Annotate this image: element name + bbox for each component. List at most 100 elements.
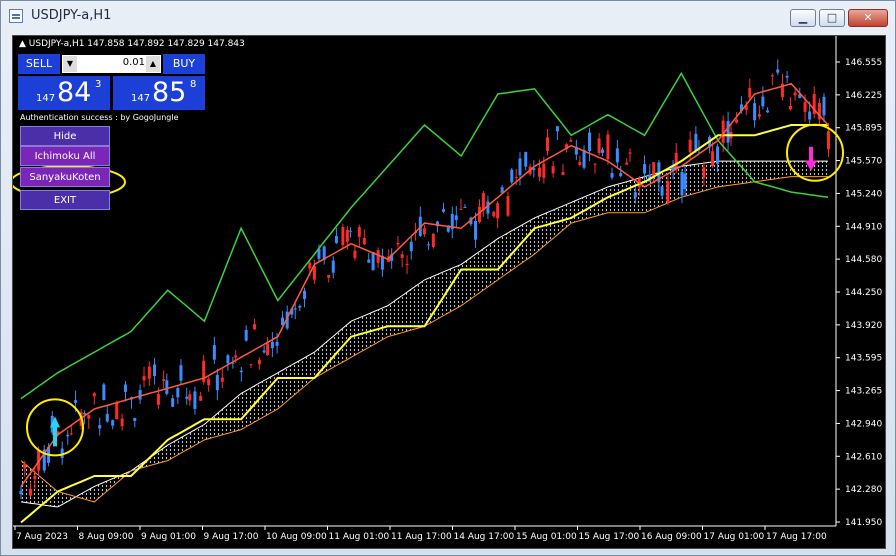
time-tick-label: 9 Aug 01:00 [141, 532, 196, 542]
candle-body [803, 101, 807, 112]
candle-body [474, 220, 478, 240]
candle-body [454, 215, 458, 220]
candle-body [542, 163, 546, 178]
candle-body [551, 166, 555, 174]
candle-body [405, 263, 409, 265]
price-tick-label: 142.940 [845, 419, 882, 429]
price-tick-label: 144.580 [845, 255, 882, 265]
candle-body [688, 139, 692, 153]
price-chart[interactable]: 146.555 146.225 145.895 145.570 145.240 144.9… [12, 35, 886, 549]
price-tick-label: 145.895 [845, 124, 882, 134]
candle-body [327, 274, 331, 278]
buy-price-button[interactable]: 147 85 8 [113, 76, 205, 110]
candle-body [199, 395, 203, 401]
minimize-button[interactable]: ▁ [790, 9, 816, 27]
sell-price-button[interactable]: 147 84 3 [18, 76, 110, 110]
candle-body [66, 434, 70, 437]
sell-price-point: 3 [95, 79, 102, 90]
candle-body [808, 111, 812, 120]
candle-body [207, 379, 211, 386]
buy-price-point: 8 [190, 79, 197, 90]
candle-body [179, 365, 183, 381]
price-tick-label: 143.595 [845, 354, 882, 364]
maximize-button[interactable]: □ [819, 9, 845, 27]
candle-body [582, 149, 586, 168]
candle-body [147, 366, 151, 379]
candle-body [524, 151, 528, 167]
time-tick-label: 14 Aug 17:00 [454, 532, 515, 542]
sell-button[interactable]: SELL [18, 54, 60, 74]
candle-body [28, 488, 32, 496]
candle-body [588, 132, 592, 152]
time-tick-label: 8 Aug 09:00 [79, 532, 134, 542]
candle-body [463, 206, 467, 208]
candle-body [538, 167, 542, 177]
title-bar[interactable]: USDJPY-a,H1 ▁ □ ✕ [1, 1, 895, 31]
candle-body [826, 131, 830, 150]
window-title: USDJPY-a,H1 [31, 8, 112, 23]
time-tick-label: 15 Aug 01:00 [516, 532, 577, 542]
candle-body [123, 384, 127, 392]
candle-body [92, 393, 96, 397]
candle-body [275, 341, 279, 346]
candle-body [270, 341, 274, 349]
auth-status-text: Authentication success : by GogoJungle [20, 113, 179, 122]
candle-body [757, 114, 761, 117]
senkou-span-a-line [20, 160, 828, 508]
time-tick-label: 17 Aug 01:00 [704, 532, 765, 542]
candle-body [115, 402, 119, 420]
candle-body [593, 163, 597, 165]
close-button[interactable]: ✕ [848, 9, 888, 27]
chart-symbol-info: ▲ USDJPY-a,H1 147.858 147.892 147.829 14… [19, 39, 245, 49]
candle-body [770, 75, 774, 77]
candle-body [555, 126, 559, 132]
lot-size-field[interactable]: ▼ 0.01 ▲ [62, 55, 161, 73]
candle-body [162, 379, 166, 381]
candle-body [711, 151, 715, 167]
price-tick-label: 144.910 [845, 222, 882, 232]
lot-decrease-icon[interactable]: ▼ [63, 56, 77, 72]
time-tick-label: 15 Aug 17:00 [579, 532, 640, 542]
candle-body [619, 173, 623, 177]
candle-body [308, 262, 312, 269]
candle-body [776, 69, 780, 73]
candle-body [716, 146, 720, 164]
lot-size-value[interactable]: 0.01 [78, 57, 145, 68]
candle-body [545, 137, 549, 151]
candle-body [431, 233, 435, 247]
candle-body [226, 355, 230, 364]
candle-body [506, 196, 510, 216]
candle-body [142, 376, 146, 381]
candle-body [331, 260, 335, 273]
candle-body [334, 235, 338, 243]
exit-button[interactable]: EXIT [20, 190, 110, 210]
sanyaku-koten-button[interactable]: SanyakuKoten [20, 167, 110, 187]
hide-button[interactable]: Hide [20, 126, 110, 146]
candle-body [266, 343, 270, 356]
candle-body [822, 96, 826, 116]
buy-button[interactable]: BUY [163, 54, 205, 74]
candle-body [257, 359, 261, 365]
candle-body [98, 425, 102, 429]
ichimoku-all-button[interactable]: Ichimoku All [20, 146, 110, 166]
candle-body [518, 158, 522, 176]
candle-body [459, 208, 463, 210]
candle-body [628, 152, 632, 154]
candle-body [601, 149, 605, 153]
candle-body [120, 418, 124, 427]
price-tick-label: 146.225 [845, 91, 882, 101]
candle-body [220, 377, 224, 382]
time-tick-label: 7 Aug 2023 [16, 532, 68, 542]
lot-increase-icon[interactable]: ▲ [146, 56, 160, 72]
candle-body [165, 380, 169, 394]
candle-body [262, 350, 266, 353]
candle-body [87, 415, 91, 419]
candle-body [353, 250, 357, 259]
candle-body [253, 324, 257, 330]
candle-body [726, 121, 730, 143]
price-tick-label: 141.950 [845, 518, 882, 528]
candle-body [514, 177, 518, 179]
candle-body [171, 398, 175, 407]
candle-body [442, 209, 446, 212]
time-tick-label: 11 Aug 01:00 [329, 532, 390, 542]
